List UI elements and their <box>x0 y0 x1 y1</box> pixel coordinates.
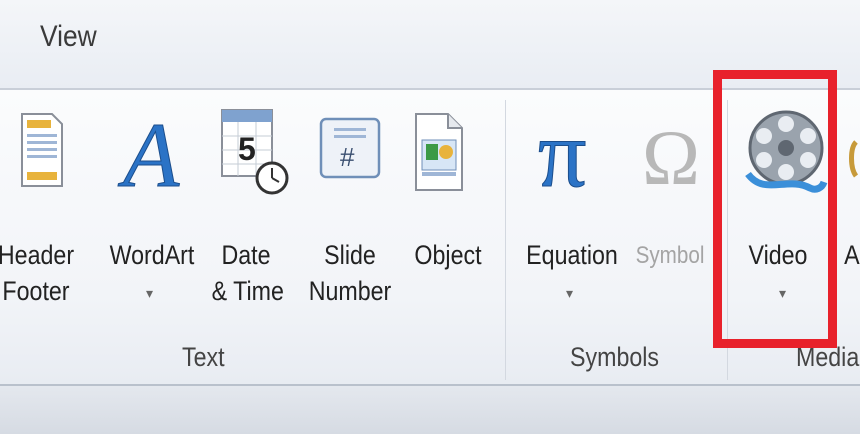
video-highlight-box <box>713 70 837 348</box>
slide-number-label-2: Number <box>308 276 392 306</box>
wordart-label: WordArt <box>109 240 195 270</box>
equation-caret: ▾ <box>566 285 574 301</box>
slide-number-icon: # <box>319 117 381 179</box>
svg-text:#: # <box>340 142 355 172</box>
svg-text:π: π <box>538 112 586 196</box>
pi-icon: π <box>538 112 587 196</box>
svg-text:A: A <box>117 108 180 194</box>
group-label-text: Text <box>182 342 225 372</box>
wordart-icon: A <box>117 108 181 194</box>
audio-label: A <box>844 240 860 270</box>
symbol-label: Symbol <box>635 242 705 269</box>
object-label: Object <box>414 240 482 270</box>
header-footer-icon <box>21 113 63 187</box>
equation-label: Equation <box>526 240 618 270</box>
wordart-caret: ▾ <box>146 285 154 301</box>
tab-view[interactable]: View <box>40 20 97 54</box>
audio-icon <box>849 140 859 178</box>
group-separator <box>505 100 506 380</box>
svg-text:Ω: Ω <box>642 118 700 194</box>
object-icon <box>415 113 463 191</box>
group-label-symbols: Symbols <box>570 342 660 372</box>
header-footer-label-2: Footer <box>2 276 70 306</box>
svg-text:5: 5 <box>238 131 256 167</box>
header-footer-label-1: Header <box>0 240 75 270</box>
date-time-label-1: Date <box>221 240 271 270</box>
slide-number-label-1: Slide <box>324 240 376 270</box>
omega-icon: Ω <box>642 118 700 194</box>
date-time-label-2: & Time <box>211 276 284 306</box>
date-time-icon: 5 <box>221 109 289 195</box>
document-area-edge <box>0 386 860 434</box>
